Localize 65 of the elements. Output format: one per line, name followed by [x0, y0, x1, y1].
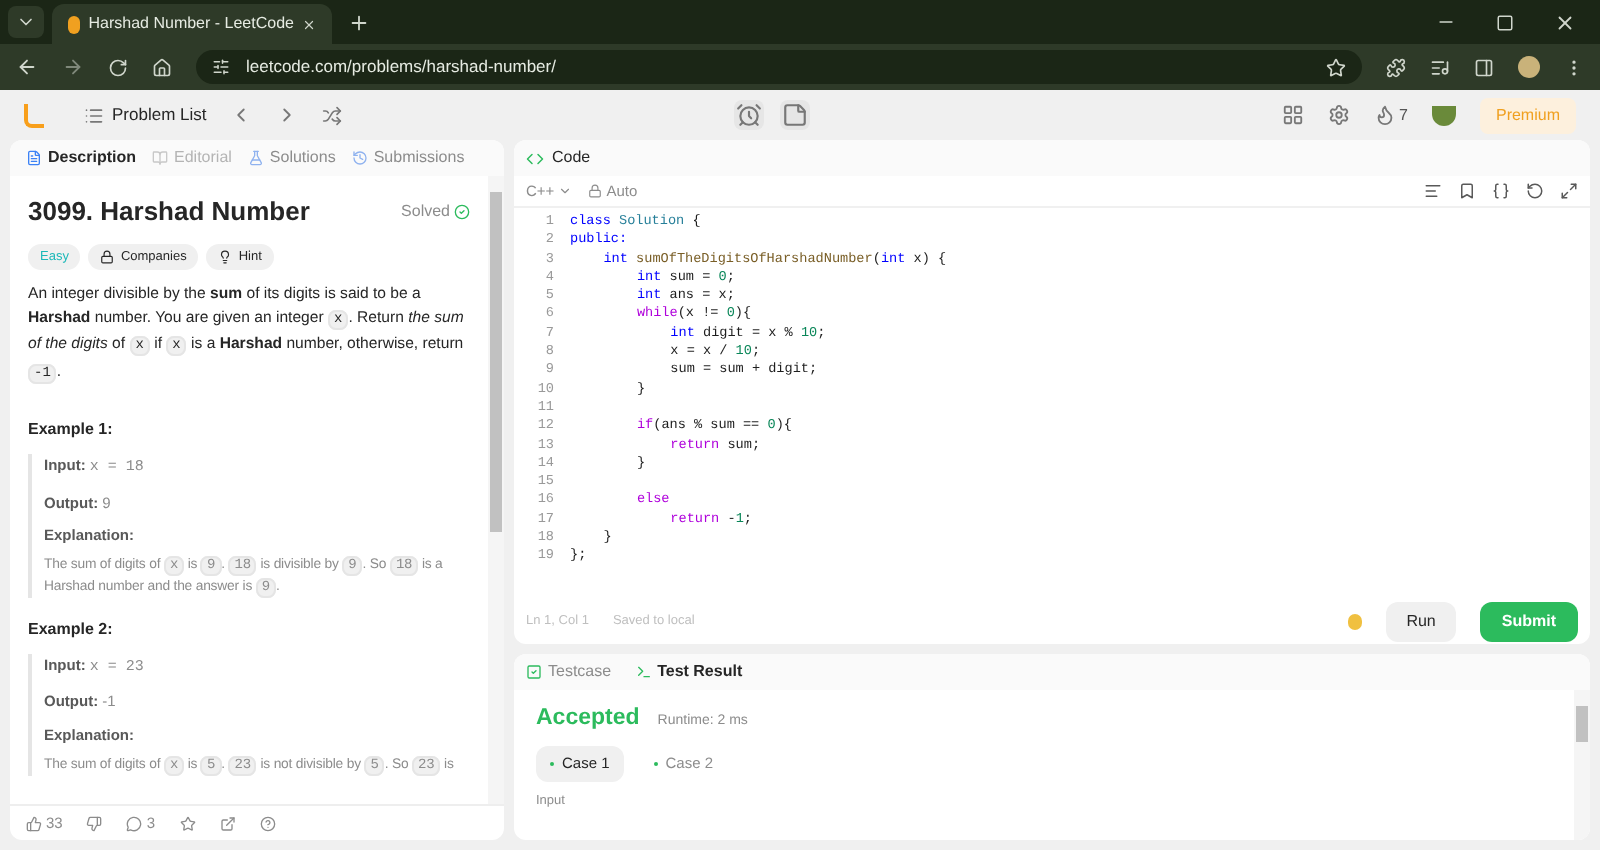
side-panel-icon[interactable]: [1474, 57, 1494, 77]
check-circle-icon: [454, 203, 470, 220]
profile-avatar[interactable]: [1518, 56, 1540, 78]
chevron-down-icon: [558, 184, 573, 198]
lightbulb-icon: [218, 249, 233, 264]
browser-tab[interactable]: Harshad Number - LeetCode: [52, 4, 332, 44]
example-heading: Example 2:: [28, 618, 115, 642]
maximize-icon[interactable]: [1496, 13, 1514, 31]
premium-button[interactable]: Premium: [1479, 97, 1576, 133]
tab-icon: [635, 664, 652, 680]
address-bar[interactable]: leetcode.com/problems/harshad-number/: [196, 50, 1362, 84]
run-button[interactable]: Run: [1386, 602, 1456, 642]
timer-icon[interactable]: [733, 100, 764, 130]
reload-icon[interactable]: [108, 57, 128, 77]
streak-count: 7: [1399, 103, 1408, 127]
new-tab-icon[interactable]: [348, 11, 370, 33]
help-icon[interactable]: [259, 815, 276, 831]
code-icon: [526, 149, 544, 167]
share-icon[interactable]: [219, 815, 236, 831]
verdict-text: Accepted: [536, 704, 640, 734]
panel-tab[interactable]: Test Result: [635, 660, 743, 684]
flame-icon: [1373, 104, 1396, 126]
thumbs-up-icon: [26, 815, 42, 831]
comment-icon: [126, 815, 143, 831]
tab-icon: [351, 150, 368, 166]
favorite-icon[interactable]: [179, 815, 196, 831]
bookmark-star-icon[interactable]: [1326, 57, 1346, 77]
layout-icon[interactable]: [1281, 104, 1304, 126]
media-icon[interactable]: [1430, 57, 1450, 77]
tab-icon: [526, 664, 542, 680]
scrollbar[interactable]: [1574, 690, 1590, 840]
scrollbar[interactable]: [488, 176, 504, 804]
solved-status: Solved: [401, 199, 470, 224]
close-icon[interactable]: [1554, 11, 1576, 33]
tab-icon: [247, 150, 264, 166]
panel-title: Code: [552, 146, 591, 170]
panel-tab[interactable]: Submissions: [351, 146, 465, 170]
format-icon[interactable]: [1424, 182, 1442, 200]
problem-title: 3099. Harshad Number: [28, 194, 310, 230]
example-heading: Example 1:: [28, 418, 115, 443]
panel-tab[interactable]: Description: [26, 146, 137, 170]
extensions-icon[interactable]: [1386, 57, 1406, 77]
problem-list-button[interactable]: Problem List: [84, 102, 207, 128]
bookmark-icon[interactable]: [1458, 182, 1476, 200]
list-icon: [84, 105, 104, 125]
braces-icon[interactable]: [1492, 182, 1510, 200]
dislike-icon[interactable]: [86, 815, 103, 831]
user-avatar[interactable]: [1431, 105, 1456, 125]
tab-title: Harshad Number - LeetCode: [88, 12, 294, 36]
panel-tab[interactable]: Testcase: [526, 660, 612, 684]
back-icon[interactable]: [16, 56, 38, 78]
tab-icon: [152, 150, 169, 166]
favicon-icon: [68, 15, 81, 33]
settings-icon[interactable]: [1327, 104, 1350, 126]
shuffle-icon[interactable]: [322, 105, 343, 125]
submit-button[interactable]: Submit: [1479, 602, 1578, 642]
home-icon[interactable]: [152, 57, 172, 77]
tab-icon: [26, 150, 42, 166]
close-icon[interactable]: [301, 15, 316, 33]
site-settings-icon[interactable]: [212, 58, 230, 76]
url-text: leetcode.com/problems/harshad-number/: [246, 54, 558, 80]
panel-tab[interactable]: Solutions: [247, 146, 336, 170]
reset-icon[interactable]: [1526, 182, 1544, 200]
expand-icon[interactable]: [1560, 182, 1578, 200]
notes-icon[interactable]: [779, 100, 810, 130]
